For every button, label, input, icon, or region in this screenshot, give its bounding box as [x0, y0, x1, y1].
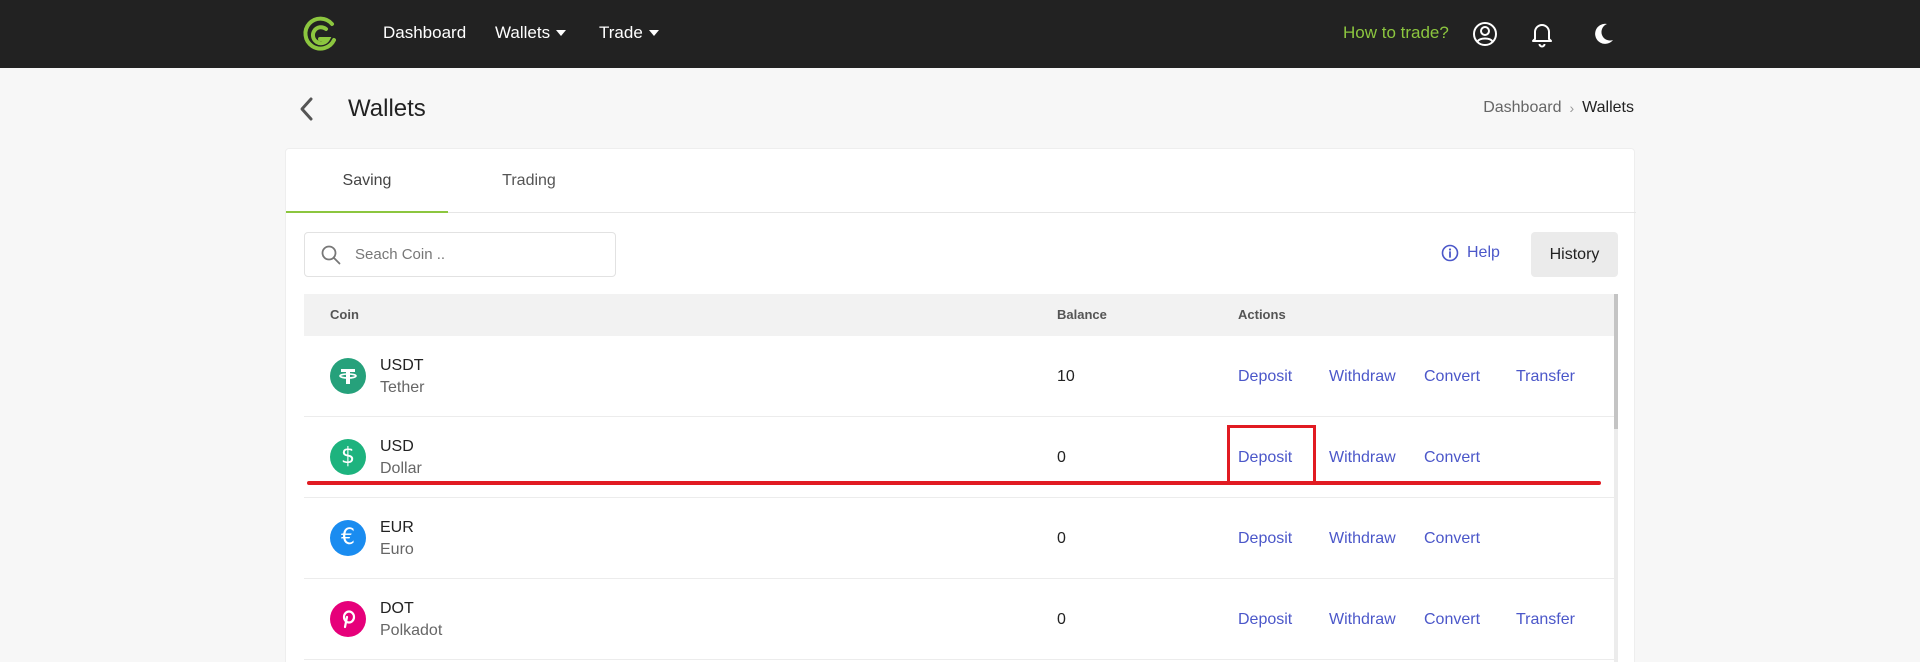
- coin-balance: 0: [1057, 530, 1066, 547]
- coin-balance: 0: [1057, 449, 1066, 466]
- deposit-link[interactable]: Deposit: [1238, 610, 1292, 630]
- table-header: Coin Balance Actions: [304, 294, 1614, 336]
- table-row: $ USD Dollar 0 Deposit Withdraw Convert: [304, 417, 1614, 498]
- table-row: USDT Tether 10 Deposit Withdraw Convert …: [304, 336, 1614, 417]
- table-scrollbar[interactable]: [1614, 294, 1618, 662]
- coin-balance: 0: [1057, 611, 1066, 628]
- coin-symbol: DOT: [380, 600, 414, 617]
- transfer-link[interactable]: Transfer: [1516, 367, 1575, 387]
- history-button[interactable]: History: [1531, 232, 1618, 277]
- withdraw-link[interactable]: Withdraw: [1329, 367, 1396, 387]
- tether-icon: [330, 358, 366, 394]
- search-icon: [321, 245, 341, 264]
- euro-icon: €: [330, 520, 366, 556]
- wallet-tabs: Saving Trading: [286, 149, 1636, 213]
- user-account-icon[interactable]: [1469, 18, 1501, 50]
- nav-dashboard[interactable]: Dashboard: [383, 22, 466, 44]
- withdraw-link[interactable]: Withdraw: [1329, 529, 1396, 549]
- annotation-highlight-box: [1227, 425, 1316, 484]
- coin-balance: 10: [1057, 368, 1075, 385]
- coin-name: Dollar: [380, 460, 422, 477]
- transfer-link[interactable]: Transfer: [1516, 610, 1575, 630]
- nav-trade[interactable]: Trade: [599, 22, 659, 44]
- coin-name: Euro: [380, 541, 414, 558]
- wallets-card: Saving Trading Help History Coin Balance…: [285, 148, 1636, 662]
- nav-wallets[interactable]: Wallets: [495, 22, 567, 44]
- how-to-trade-link[interactable]: How to trade?: [1343, 22, 1449, 44]
- column-actions: Actions: [1238, 307, 1286, 322]
- coin-name: Polkadot: [380, 622, 443, 639]
- coin-symbol: EUR: [380, 519, 414, 536]
- column-balance: Balance: [1057, 307, 1107, 322]
- convert-link[interactable]: Convert: [1424, 367, 1480, 387]
- deposit-link[interactable]: Deposit: [1238, 367, 1292, 387]
- withdraw-link[interactable]: Withdraw: [1329, 610, 1396, 630]
- help-label: Help: [1467, 244, 1500, 261]
- info-icon: [1441, 244, 1459, 262]
- deposit-link[interactable]: Deposit: [1238, 529, 1292, 549]
- breadcrumb-current: Wallets: [1582, 99, 1634, 116]
- breadcrumb-dashboard[interactable]: Dashboard: [1483, 98, 1561, 118]
- table-row: DOT Polkadot 0 Deposit Withdraw Convert …: [304, 579, 1614, 660]
- withdraw-link[interactable]: Withdraw: [1329, 448, 1396, 468]
- chevron-down-icon: [556, 30, 567, 36]
- tab-trading[interactable]: Trading: [448, 149, 610, 213]
- brand-logo-icon[interactable]: [300, 14, 340, 54]
- page-title: Wallets: [348, 95, 426, 122]
- top-navbar: Dashboard Wallets Trade How to trade?: [0, 0, 1920, 68]
- annotation-underline: [307, 481, 1601, 485]
- coin-symbol: USDT: [380, 357, 424, 374]
- tab-saving[interactable]: Saving: [286, 149, 448, 213]
- coin-name: Tether: [380, 379, 425, 396]
- convert-link[interactable]: Convert: [1424, 448, 1480, 468]
- table-row: € EUR Euro 0 Deposit Withdraw Convert: [304, 498, 1614, 579]
- scrollbar-thumb[interactable]: [1614, 294, 1618, 429]
- search-box: [304, 232, 616, 277]
- coin-symbol: USD: [380, 438, 414, 455]
- chevron-right-icon: ›: [1569, 100, 1575, 116]
- search-input[interactable]: [355, 246, 585, 263]
- dark-mode-moon-icon[interactable]: [1587, 18, 1619, 50]
- bell-icon[interactable]: [1526, 18, 1558, 50]
- back-arrow-icon[interactable]: [296, 95, 318, 123]
- dollar-icon: $: [330, 439, 366, 475]
- convert-link[interactable]: Convert: [1424, 529, 1480, 549]
- convert-link[interactable]: Convert: [1424, 610, 1480, 630]
- help-link[interactable]: Help: [1441, 243, 1500, 263]
- breadcrumb: Dashboard › Wallets: [1483, 98, 1634, 118]
- column-coin: Coin: [330, 307, 359, 322]
- polkadot-icon: [330, 601, 366, 637]
- chevron-down-icon: [648, 30, 659, 36]
